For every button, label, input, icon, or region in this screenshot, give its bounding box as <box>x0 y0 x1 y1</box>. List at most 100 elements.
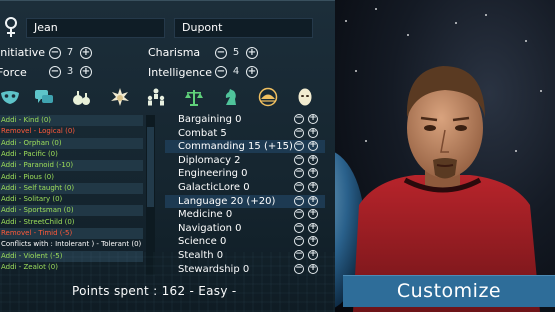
trait-row[interactable]: Addi - Sportsman (0) <box>0 205 143 217</box>
skill-name: GalacticLore 0 <box>178 182 250 193</box>
skill-row: Diplomacy 2 − + <box>165 154 325 167</box>
skill-increase-button[interactable]: + <box>308 114 318 124</box>
trait-row[interactable]: Removel - Logical (0) <box>0 126 143 137</box>
star <box>455 22 457 24</box>
skill-name: Science 0 <box>178 236 227 248</box>
skill-decrease-button[interactable]: − <box>294 263 304 274</box>
stat-value-charisma: 5 <box>232 47 240 58</box>
skill-name: Medicine 0 <box>178 209 233 221</box>
people-icon[interactable] <box>146 87 166 107</box>
first-name-field[interactable]: Jean <box>26 18 165 38</box>
skill-row: Bargaining 0 − + <box>165 113 325 126</box>
skill-increase-button[interactable]: + <box>308 154 318 165</box>
trait-row[interactable]: Addi - Orphan (0) <box>0 137 143 149</box>
mask-icon[interactable] <box>0 87 20 107</box>
skill-decrease-button[interactable]: − <box>294 209 304 220</box>
initiative-decrease-button[interactable]: − <box>49 47 61 59</box>
skill-decrease-button[interactable]: − <box>294 141 304 152</box>
star <box>365 140 367 142</box>
skill-decrease-button[interactable]: − <box>294 182 304 192</box>
skill-increase-button[interactable]: + <box>308 127 318 138</box>
skill-name: Language 20 (+20) <box>178 195 276 207</box>
traits-scrollbar-thumb[interactable] <box>147 127 154 207</box>
customize-button[interactable]: Customize <box>343 275 555 307</box>
sun-emblem-icon[interactable] <box>258 87 278 107</box>
traits-scrollbar[interactable] <box>146 115 155 275</box>
skill-increase-button[interactable]: + <box>308 250 318 260</box>
skill-row: Science 0 − + <box>165 235 325 248</box>
explosion-icon[interactable] <box>110 87 130 107</box>
intelligence-increase-button[interactable]: + <box>246 66 258 78</box>
speech-icon[interactable] <box>34 87 54 107</box>
skill-decrease-button[interactable]: − <box>294 195 304 206</box>
last-name-field[interactable]: Dupont <box>174 18 313 38</box>
trait-row[interactable]: Conflicts with : Intolerant ) - Tolerant… <box>0 239 143 250</box>
trait-row[interactable]: Addi - Kind (0) <box>0 115 143 126</box>
skill-decrease-button[interactable]: − <box>294 154 304 165</box>
skill-increase-button[interactable]: + <box>308 222 318 233</box>
skill-decrease-button[interactable]: − <box>294 222 304 233</box>
stat-value-force: 3 <box>66 66 74 77</box>
skill-increase-button[interactable]: + <box>308 195 318 206</box>
trait-row[interactable]: Addi - Solitary (0) <box>0 194 143 205</box>
charisma-increase-button[interactable]: + <box>246 47 258 59</box>
stat-label-intelligence: Intelligence <box>148 66 213 79</box>
skill-name: Diplomacy 2 <box>178 154 241 166</box>
trait-row[interactable]: Addi - StreetChild (0) <box>0 217 143 228</box>
star <box>355 70 357 72</box>
chess-knight-icon[interactable] <box>221 87 241 107</box>
skill-row: Commanding 15 (+15) − + <box>165 140 325 154</box>
skill-name: Commanding 15 (+15) <box>178 141 293 153</box>
trait-row[interactable]: Addi - Self taught (0) <box>0 182 143 194</box>
force-decrease-button[interactable]: − <box>49 66 61 78</box>
force-increase-button[interactable]: + <box>80 66 92 78</box>
intelligence-decrease-button[interactable]: − <box>215 66 227 78</box>
trait-row[interactable]: Addi - Paranoid (-10) <box>0 160 143 172</box>
trait-row[interactable]: Addi - Zealot (0) <box>0 262 143 273</box>
charisma-decrease-button[interactable]: − <box>215 47 227 59</box>
initiative-increase-button[interactable]: + <box>80 47 92 59</box>
skill-name: Stewardship 0 <box>178 263 250 275</box>
star <box>345 20 347 22</box>
scales-icon[interactable] <box>184 87 204 107</box>
trait-row[interactable]: Removel - Timid (-5) <box>0 228 143 239</box>
skill-decrease-button[interactable]: − <box>294 127 304 138</box>
potion-icon[interactable] <box>72 87 92 107</box>
skill-increase-button[interactable]: + <box>308 141 318 152</box>
stat-value-intelligence: 4 <box>232 66 240 77</box>
skill-decrease-button[interactable]: − <box>294 114 304 124</box>
skill-increase-button[interactable]: + <box>308 182 318 192</box>
skill-row: Stewardship 0 − + <box>165 263 325 276</box>
character-creation-panel: Jean Dupont Initiative − 7 + Force − 3 +… <box>0 0 335 312</box>
skill-name: Bargaining 0 <box>178 114 242 125</box>
alien-face-icon[interactable] <box>295 87 315 107</box>
skill-decrease-button[interactable]: − <box>294 236 304 247</box>
skill-row: Language 20 (+20) − + <box>165 194 325 208</box>
skill-row: Engineering 0 − + <box>165 167 325 180</box>
female-gender-icon[interactable] <box>3 16 19 38</box>
skill-increase-button[interactable]: + <box>308 263 318 274</box>
points-spent-label: Points spent : 162 - Easy - <box>72 284 237 298</box>
skill-increase-button[interactable]: + <box>308 168 318 179</box>
skill-increase-button[interactable]: + <box>308 209 318 220</box>
stat-label-force: Force <box>0 66 27 79</box>
skill-decrease-button[interactable]: − <box>294 250 304 260</box>
star <box>407 34 409 36</box>
star <box>375 8 377 10</box>
traits-list: Addi - Kind (0) Removel - Logical (0) Addi… <box>0 115 150 275</box>
trait-row[interactable]: Addi - Pacific (0) <box>0 149 143 160</box>
star <box>485 14 487 16</box>
skill-increase-button[interactable]: + <box>308 236 318 247</box>
trait-row[interactable]: Addi - Violent (-5) <box>0 250 143 262</box>
skill-decrease-button[interactable]: − <box>294 168 304 179</box>
star <box>515 150 517 152</box>
star <box>525 40 527 42</box>
skill-name: Combat 5 <box>178 127 227 139</box>
skill-row: Navigation 0 − + <box>165 222 325 235</box>
skill-row: Medicine 0 − + <box>165 208 325 221</box>
trait-row[interactable]: Addi - Pious (0) <box>0 172 143 183</box>
skill-row: Stealth 0 − + <box>165 249 325 262</box>
character-3d-viewport[interactable] <box>335 0 555 312</box>
skill-name: Engineering 0 <box>178 168 248 180</box>
stat-value-initiative: 7 <box>66 47 74 58</box>
